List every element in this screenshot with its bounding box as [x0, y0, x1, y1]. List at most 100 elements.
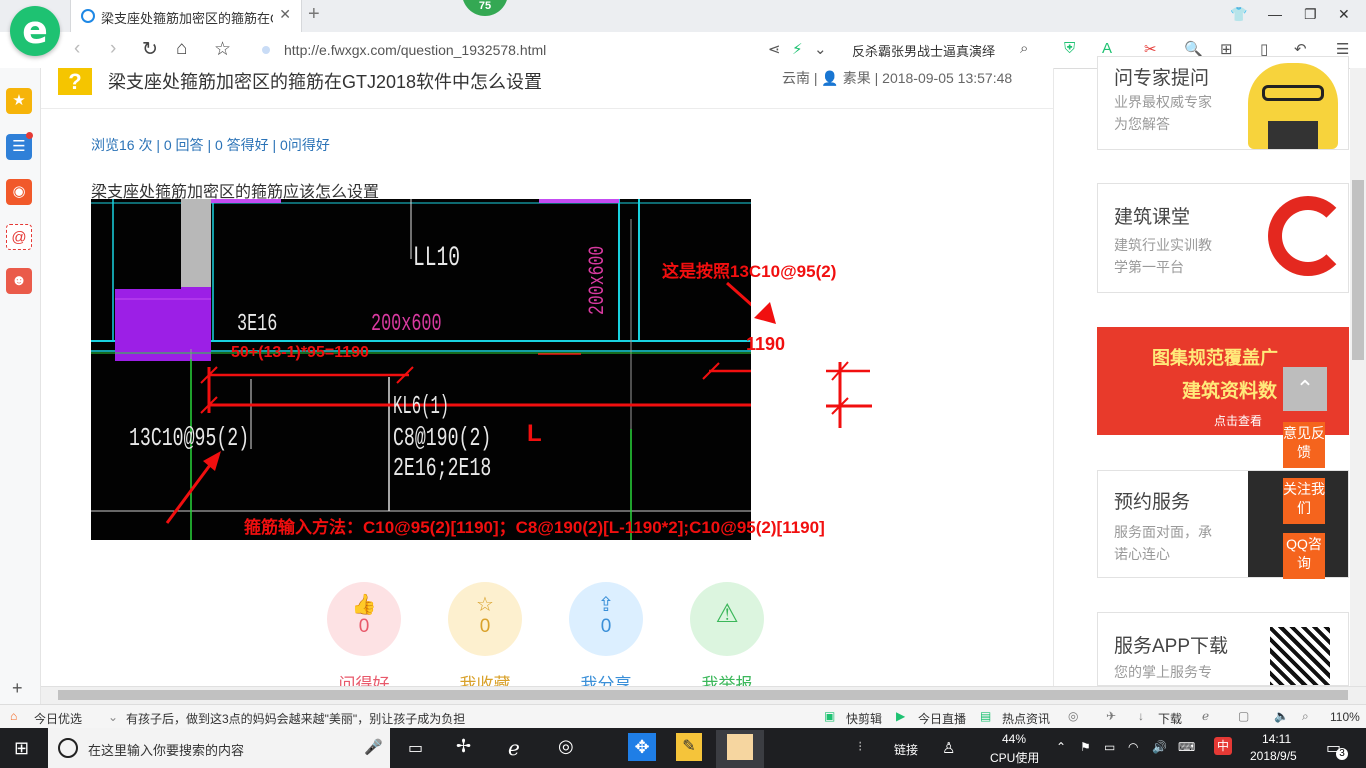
- status-item-edit[interactable]: 快剪辑: [846, 710, 882, 727]
- tab-close-icon[interactable]: ✕: [279, 6, 291, 23]
- app-download-card[interactable]: 服务APP下载 您的掌上服务专: [1097, 612, 1349, 686]
- download-icon[interactable]: ↓: [1138, 709, 1144, 723]
- image-app-icon: [727, 734, 753, 760]
- task-view-icon[interactable]: ▭: [408, 738, 423, 758]
- like-button[interactable]: 👍 0: [327, 582, 401, 656]
- mascot-suit-icon: [1268, 121, 1318, 149]
- ime-icon[interactable]: 中: [1214, 737, 1232, 755]
- forward-button[interactable]: ›: [110, 38, 116, 60]
- follow-button[interactable]: 关注我们: [1283, 478, 1325, 524]
- favorites-icon[interactable]: ★: [6, 88, 32, 114]
- window-icon[interactable]: ▢: [1238, 709, 1249, 723]
- fan-app-icon[interactable]: ✢: [456, 736, 471, 757]
- banner-link[interactable]: 点击查看: [1214, 412, 1262, 429]
- mail-icon[interactable]: @: [6, 224, 32, 250]
- home-button[interactable]: ⌂: [176, 38, 187, 60]
- edge-browser-icon[interactable]: ℯ: [508, 736, 520, 761]
- browser-logo-icon[interactable]: e: [10, 6, 60, 56]
- cad-label-ll10: LL10: [413, 243, 461, 274]
- qq-consult-button[interactable]: QQ咨询: [1283, 533, 1325, 579]
- favorite-button[interactable]: ☆ 0: [448, 582, 522, 656]
- ie-icon[interactable]: ℯ: [1202, 709, 1209, 723]
- lightning-icon[interactable]: ⚡: [792, 40, 803, 58]
- status-item-news[interactable]: 热点资讯: [1002, 710, 1050, 727]
- back-to-top-button[interactable]: ⌃: [1283, 367, 1327, 411]
- new-tab-button[interactable]: +: [308, 3, 320, 26]
- windows-start-icon[interactable]: ⊞: [14, 738, 29, 759]
- flag-icon[interactable]: ⚑: [1080, 740, 1091, 754]
- headline-link[interactable]: 有孩子后，做到这3点的妈妈会越来越"美丽"，别让孩子成为负担: [126, 710, 465, 727]
- cad-label-2e: 2E16;2E18: [393, 453, 492, 483]
- hot-news-icon[interactable]: ▤: [980, 709, 991, 723]
- link-toolbar[interactable]: 链接: [894, 741, 918, 758]
- weibo-icon[interactable]: ◉: [6, 179, 32, 205]
- game-icon[interactable]: ☻: [6, 268, 32, 294]
- speed-icon[interactable]: ◎: [1068, 709, 1078, 723]
- question-title: 梁支座处箍筋加密区的箍筋在GTJ2018软件中怎么设置: [108, 72, 543, 92]
- tray-expand-icon[interactable]: ⌃: [1056, 740, 1066, 754]
- card-title: 问专家提问: [1114, 68, 1210, 89]
- left-sidebar: ★ ☰ ◉ @ ☻ +: [0, 68, 41, 706]
- question-stats: 浏览16 次 | 0 回答 | 0 答得好 | 0问得好: [91, 137, 330, 153]
- ask-expert-card[interactable]: 问专家提问 业界最权威专家 为您解答: [1097, 56, 1349, 150]
- zoom-level[interactable]: 110%: [1330, 710, 1360, 724]
- status-item-download[interactable]: 下载: [1158, 710, 1182, 727]
- volume-icon[interactable]: 🔈: [1274, 709, 1289, 723]
- course-card[interactable]: 建筑课堂 建筑行业实训教 学第一平台: [1097, 183, 1349, 293]
- refresh-button[interactable]: ↻: [142, 38, 158, 61]
- zoom-icon[interactable]: ⌕: [1302, 709, 1309, 724]
- speaker-icon[interactable]: 🔊: [1152, 740, 1167, 754]
- share-icon[interactable]: ⋖: [768, 40, 781, 58]
- keyboard-icon[interactable]: ⌨: [1178, 740, 1195, 754]
- battery-icon[interactable]: ▭: [1104, 740, 1115, 754]
- gift-icon[interactable]: ⌂: [10, 709, 17, 723]
- cad-label-3e16: 3E16: [237, 311, 278, 338]
- live-icon[interactable]: ▶: [896, 709, 905, 723]
- back-button[interactable]: ‹: [74, 38, 80, 60]
- taskbar-search[interactable]: 在这里输入你要搜索的内容 🎤: [48, 728, 390, 768]
- microphone-icon[interactable]: 🎤: [364, 738, 383, 756]
- restore-button[interactable]: ❐: [1304, 6, 1317, 23]
- mascot-glasses-icon: [1262, 85, 1324, 101]
- report-button[interactable]: ⚠: [690, 582, 764, 656]
- title-divider: [41, 108, 1053, 109]
- daily-picks-link[interactable]: 今日优选: [34, 710, 82, 727]
- browser-360-icon[interactable]: ◎: [558, 736, 574, 757]
- close-window-button[interactable]: ✕: [1338, 6, 1350, 23]
- bookmark-star-button[interactable]: ☆: [214, 38, 231, 61]
- expand-icon: ⌄: [108, 710, 119, 724]
- url-field[interactable]: http://e.fwxgx.com/question_1932578.html: [258, 36, 758, 64]
- cad-label-stirrup: 13C10@95(2): [129, 423, 250, 453]
- question-icon: ?: [58, 68, 92, 95]
- share-button[interactable]: ⇪ 0: [569, 582, 643, 656]
- dimension-extension: [826, 361, 872, 428]
- pin-icon[interactable]: ✈: [1106, 709, 1116, 723]
- notes-app-icon[interactable]: ✎: [676, 733, 702, 761]
- status-bar: ⌂ 今日优选 ⌄ 有孩子后，做到这3点的妈妈会越来越"美丽"，别让孩子成为负担 …: [0, 704, 1366, 729]
- video-edit-icon[interactable]: ▣: [824, 709, 835, 723]
- status-item-live[interactable]: 今日直播: [918, 710, 966, 727]
- add-sidebar-icon[interactable]: +: [12, 678, 23, 699]
- shield-icon[interactable]: ⛨: [1064, 40, 1075, 57]
- active-task-image-viewer[interactable]: [716, 730, 764, 768]
- minimize-button[interactable]: —: [1268, 6, 1282, 22]
- translate-icon[interactable]: A: [1102, 40, 1112, 57]
- horizontal-scroll-thumb[interactable]: [58, 690, 1348, 700]
- chevron-down-icon[interactable]: ⌄: [814, 40, 827, 58]
- clock-date[interactable]: 2018/9/5: [1250, 749, 1297, 763]
- wifi-icon[interactable]: ◠: [1128, 740, 1138, 754]
- news-ticker[interactable]: 反杀霸张男战士逼真演绎: [852, 41, 995, 60]
- user-icon[interactable]: ♙: [942, 739, 955, 757]
- cad-label-kl: KL6(1): [393, 391, 450, 421]
- vertical-scroll-thumb[interactable]: [1352, 180, 1364, 360]
- search-icon[interactable]: ⌕: [1020, 40, 1028, 57]
- cpu-percent: 44%: [1002, 732, 1027, 746]
- shirt-skin-icon[interactable]: 👕: [1230, 6, 1247, 23]
- browser-tab[interactable]: 梁支座处箍筋加密区的箍筋在GTJ ✕: [70, 0, 302, 32]
- feedback-button[interactable]: 意见反馈: [1283, 422, 1325, 468]
- vertical-scrollbar[interactable]: [1350, 68, 1366, 686]
- clock-time[interactable]: 14:11: [1262, 732, 1291, 746]
- move-app-icon[interactable]: ✥: [628, 733, 656, 761]
- card-subtitle-2: 诺心连心: [1114, 546, 1170, 562]
- annotation-span-L: L: [527, 420, 542, 447]
